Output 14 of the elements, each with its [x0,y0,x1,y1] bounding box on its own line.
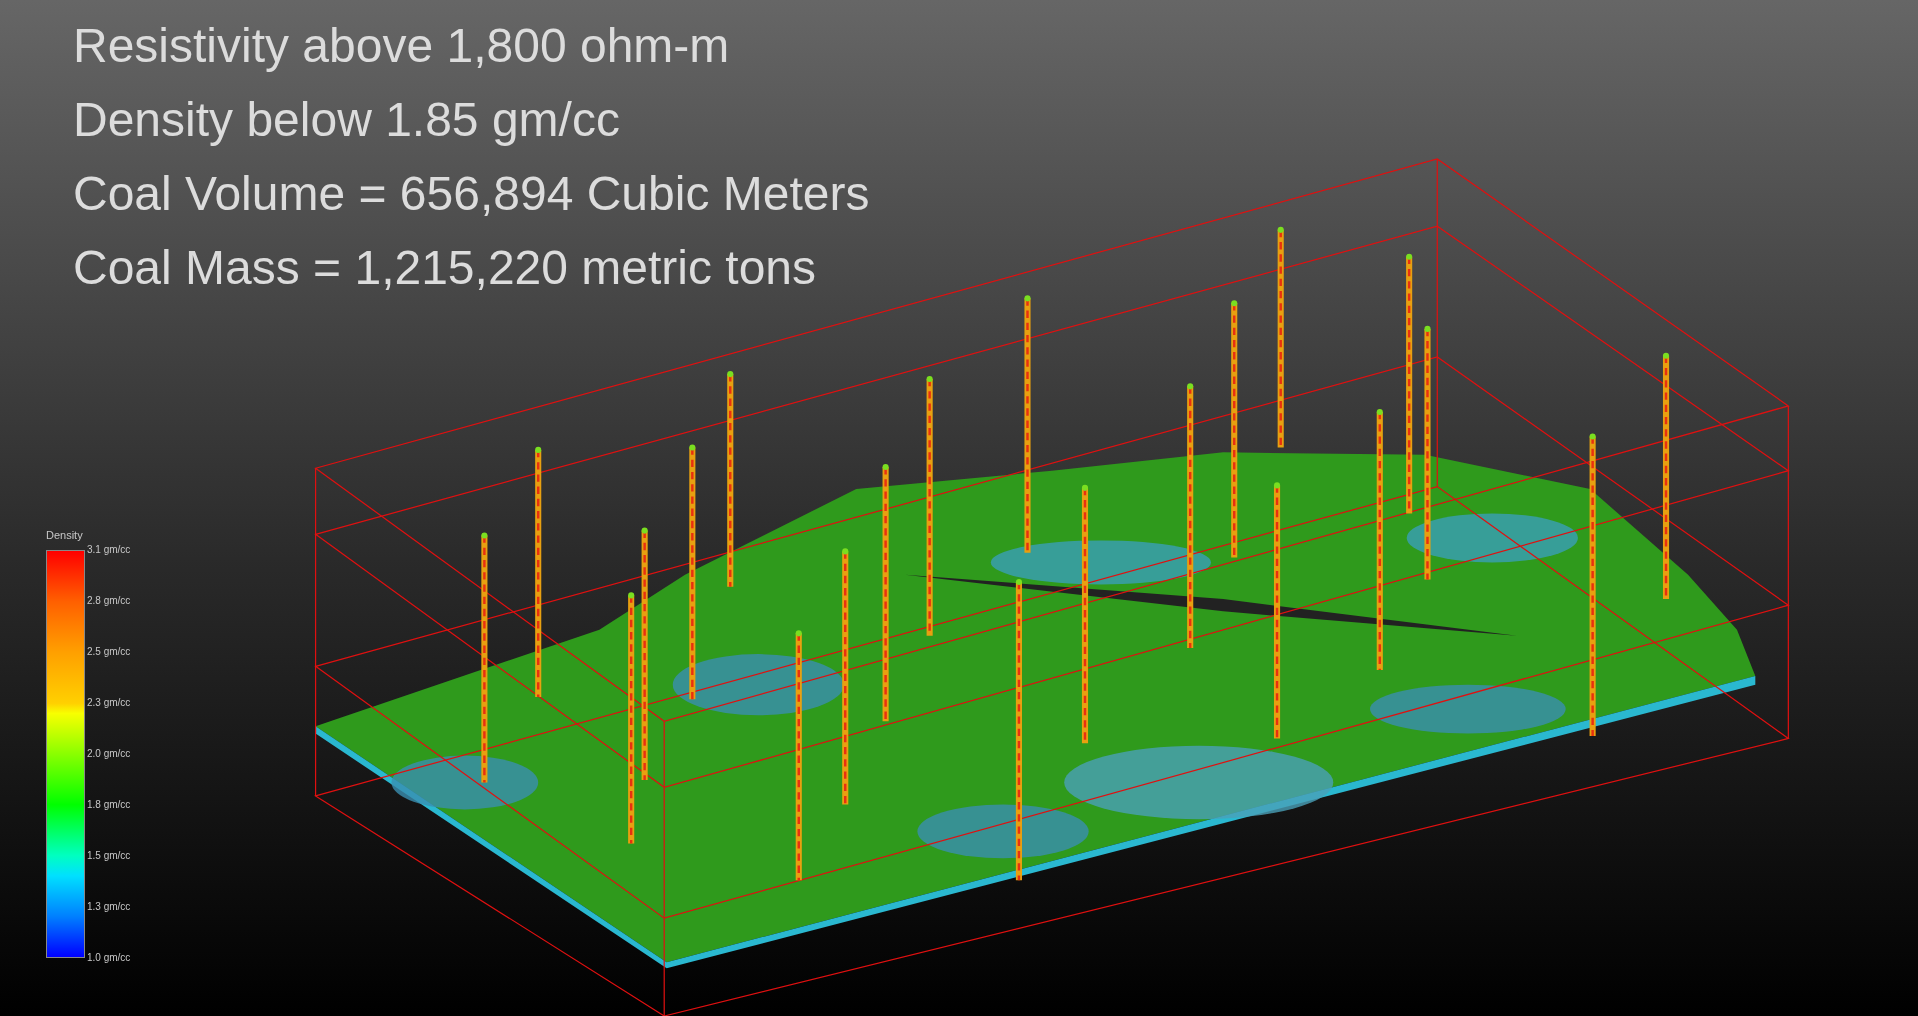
summary-text: Coal Volume = 656,894 Cubic Meters [73,170,870,218]
legend-label: 2.3 gm/cc [87,696,131,709]
legend-label: 1.8 gm/cc [87,798,131,811]
legend-label: 1.3 gm/cc [87,900,131,913]
legend-label: 2.8 gm/cc [87,594,131,607]
legend-label: 3.1 gm/cc [87,543,131,556]
legend-label: 2.0 gm/cc [87,747,131,760]
summary-text: Density below 1.85 gm/cc [73,96,620,144]
summary-text: Coal Mass = 1,215,220 metric tons [73,244,817,292]
summary-text: Resistivity above 1,800 ohm-m [73,22,730,70]
legend-title: Density [46,528,83,543]
legend-label: 1.5 gm/cc [87,849,131,862]
legend-label: 1.0 gm/cc [87,951,131,964]
legend-label: 2.5 gm/cc [87,645,131,658]
